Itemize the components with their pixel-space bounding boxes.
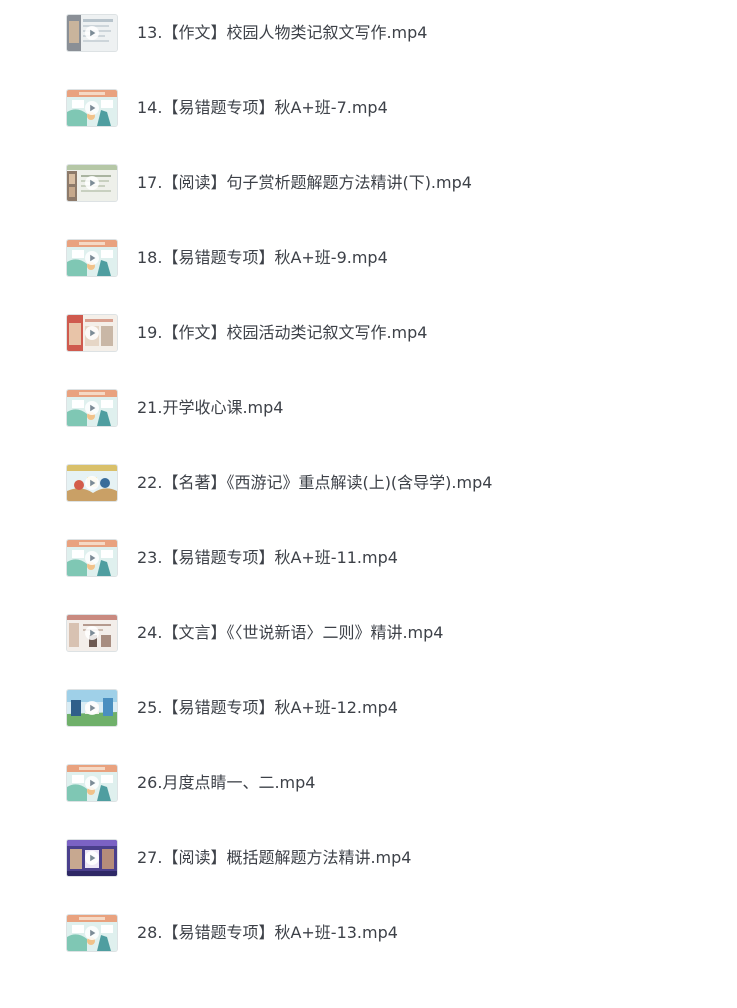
file-name[interactable]: 14.【易错题专项】秋A+班-7.mp4 [137, 97, 388, 119]
video-thumbnail[interactable] [67, 915, 117, 951]
file-name[interactable]: 18.【易错题专项】秋A+班-9.mp4 [137, 247, 388, 269]
play-icon [85, 626, 99, 640]
video-thumbnail[interactable] [67, 240, 117, 276]
video-thumbnail[interactable] [67, 390, 117, 426]
file-name[interactable]: 27.【阅读】概括题解题方法精讲.mp4 [137, 847, 411, 869]
video-thumbnail[interactable] [67, 540, 117, 576]
video-thumbnail[interactable] [67, 690, 117, 726]
file-name[interactable]: 19.【作文】校园活动类记叙文写作.mp4 [137, 322, 427, 344]
video-thumbnail[interactable] [67, 165, 117, 201]
play-icon [85, 776, 99, 790]
play-icon [85, 101, 99, 115]
play-icon [85, 326, 99, 340]
play-icon [85, 26, 99, 40]
video-thumbnail[interactable] [67, 465, 117, 501]
file-name[interactable]: 23.【易错题专项】秋A+班-11.mp4 [137, 547, 398, 569]
play-icon [85, 851, 99, 865]
video-thumbnail[interactable] [67, 315, 117, 351]
video-thumbnail[interactable] [67, 90, 117, 126]
file-name[interactable]: 17.【阅读】句子赏析题解题方法精讲(下).mp4 [137, 172, 472, 194]
file-name[interactable]: 22.【名著】《西游记》重点解读(上)(含导学).mp4 [137, 472, 492, 494]
play-icon [85, 251, 99, 265]
video-thumbnail[interactable] [67, 615, 117, 651]
video-thumbnail[interactable] [67, 840, 117, 876]
play-icon [85, 401, 99, 415]
file-name[interactable]: 21.开学收心课.mp4 [137, 397, 283, 419]
video-file-list: 13.【作文】校园人物类记叙文写作.mp4 14.【易错题专项】秋A+班-7.m… [0, 0, 737, 959]
play-icon [85, 551, 99, 565]
file-name[interactable]: 25.【易错题专项】秋A+班-12.mp4 [137, 697, 398, 719]
video-thumbnail[interactable] [67, 15, 117, 51]
file-name[interactable]: 13.【作文】校园人物类记叙文写作.mp4 [137, 22, 427, 44]
file-name[interactable]: 28.【易错题专项】秋A+班-13.mp4 [137, 922, 398, 944]
file-name[interactable]: 26.月度点睛一、二.mp4 [137, 772, 315, 794]
play-icon [85, 176, 99, 190]
play-icon [85, 701, 99, 715]
play-icon [85, 476, 99, 490]
file-name[interactable]: 24.【文言】《〈世说新语〉二则》精讲.mp4 [137, 622, 443, 644]
file-row[interactable]: 28.【易错题专项】秋A+班-13.mp4 [0, 915, 737, 1008]
play-icon [85, 926, 99, 940]
video-thumbnail[interactable] [67, 765, 117, 801]
